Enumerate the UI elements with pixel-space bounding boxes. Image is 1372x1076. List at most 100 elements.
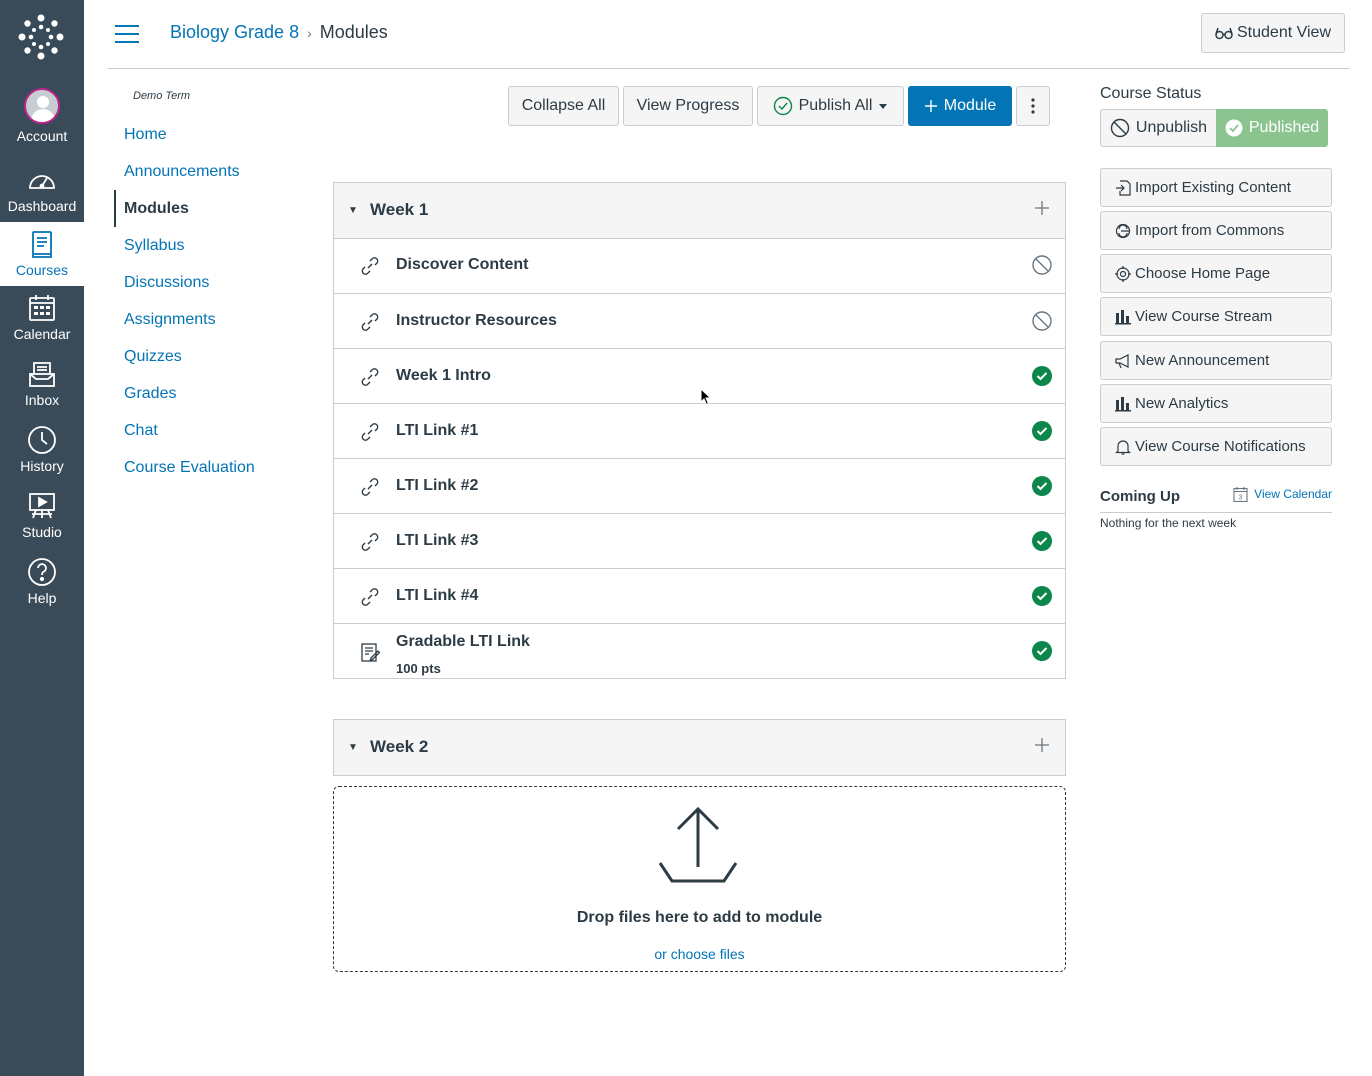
nav-calendar-label: Calendar — [13, 326, 71, 342]
course-status-title: Course Status — [1100, 85, 1202, 102]
published-check-icon[interactable] — [1031, 420, 1053, 442]
module-header-week-1[interactable]: ▼ Week 1 — [333, 182, 1066, 239]
published-check-icon[interactable] — [1031, 530, 1053, 552]
collapse-all-button[interactable]: Collapse All — [508, 86, 619, 126]
nav-inbox-label: Inbox — [24, 392, 60, 408]
course-nav-grades[interactable]: Grades — [114, 375, 314, 412]
new-announcement-button[interactable]: New Announcement — [1100, 341, 1332, 380]
module-item[interactable]: Instructor Resources — [334, 293, 1065, 348]
student-view-label: Student View — [1237, 24, 1331, 41]
caret-down-icon — [879, 104, 888, 109]
module-item-title[interactable]: Gradable LTI Link — [396, 633, 530, 651]
view-course-stream-button[interactable]: View Course Stream — [1100, 297, 1332, 336]
published-check-icon[interactable] — [1031, 640, 1053, 662]
add-module-label: Module — [943, 97, 997, 114]
view-progress-button[interactable]: View Progress — [623, 86, 753, 126]
module-item-points: 100 pts — [396, 661, 441, 676]
glasses-icon — [1215, 27, 1233, 40]
chevron-right-icon: › — [307, 25, 312, 41]
nav-history[interactable]: History — [0, 424, 84, 488]
caret-down-icon[interactable]: ▼ — [348, 742, 358, 753]
link-icon — [361, 533, 379, 551]
nav-studio[interactable]: Studio — [0, 490, 84, 554]
import-from-commons-label: Import from Commons — [1135, 222, 1285, 239]
module-title: Week 2 — [370, 737, 429, 756]
dashboard-icon — [29, 175, 55, 189]
published-check-icon[interactable] — [1031, 585, 1053, 607]
add-item-plus-icon[interactable] — [1035, 201, 1049, 215]
choose-home-page-label: Choose Home Page — [1135, 265, 1271, 282]
module-item-title[interactable]: LTI Link #4 — [396, 587, 478, 605]
module-item[interactable]: LTI Link #2 — [334, 458, 1065, 513]
module-item-title[interactable]: LTI Link #2 — [396, 477, 478, 495]
course-nav-chat[interactable]: Chat — [114, 412, 314, 449]
nav-courses[interactable]: Courses — [0, 222, 84, 286]
course-nav-home[interactable]: Home — [114, 116, 314, 153]
add-module-button[interactable]: Module — [908, 86, 1012, 126]
help-icon — [28, 558, 56, 586]
link-icon — [361, 257, 379, 275]
link-icon — [361, 313, 379, 331]
nav-help-label: Help — [27, 590, 57, 606]
module-item[interactable]: LTI Link #3 — [334, 513, 1065, 568]
import-from-commons-button[interactable]: Import from Commons — [1100, 211, 1332, 250]
nav-inbox[interactable]: Inbox — [0, 358, 84, 422]
caret-down-icon[interactable]: ▼ — [348, 205, 358, 216]
course-nav-modules[interactable]: Modules — [114, 190, 314, 227]
course-nav-syllabus[interactable]: Syllabus — [114, 227, 314, 264]
published-check-icon[interactable] — [1031, 365, 1053, 387]
link-icon — [361, 588, 379, 606]
module-header-week-2[interactable]: ▼ Week 2 — [333, 719, 1066, 776]
module-item-title[interactable]: Discover Content — [396, 256, 528, 274]
module-item-title[interactable]: Instructor Resources — [396, 312, 557, 330]
add-item-plus-icon[interactable] — [1035, 738, 1049, 752]
course-nav-announcements[interactable]: Announcements — [114, 153, 314, 190]
new-analytics-button[interactable]: New Analytics — [1100, 384, 1332, 423]
assignment-icon — [361, 643, 380, 662]
unpublish-button[interactable]: Unpublish — [1100, 109, 1217, 147]
import-existing-content-button[interactable]: Import Existing Content — [1100, 168, 1332, 207]
target-icon — [1115, 265, 1131, 282]
nav-account[interactable]: Account — [0, 88, 84, 152]
file-dropzone[interactable]: Drop files here to add to module or choo… — [333, 786, 1066, 972]
unpublished-icon[interactable] — [1031, 310, 1053, 332]
canvas-logo-icon[interactable] — [18, 14, 64, 60]
import-existing-content-label: Import Existing Content — [1135, 179, 1291, 196]
course-nav-assignments[interactable]: Assignments — [114, 301, 314, 338]
module-item-title[interactable]: LTI Link #3 — [396, 532, 478, 550]
course-nav-quizzes[interactable]: Quizzes — [114, 338, 314, 375]
nav-dashboard[interactable]: Dashboard — [0, 164, 84, 228]
module-item[interactable]: LTI Link #4 — [334, 568, 1065, 623]
view-course-notifications-button[interactable]: View Course Notifications — [1100, 427, 1332, 466]
choose-home-page-button[interactable]: Choose Home Page — [1100, 254, 1332, 293]
module-item[interactable]: Gradable LTI Link 100 pts — [334, 623, 1065, 678]
page-header: Biology Grade 8 › Modules Student View — [108, 0, 1350, 69]
nav-help[interactable]: Help — [0, 556, 84, 620]
upload-icon — [658, 806, 738, 883]
check-circle-icon — [1225, 119, 1243, 137]
module-item-title[interactable]: LTI Link #1 — [396, 422, 478, 440]
view-calendar-link[interactable]: 3 View Calendar — [1233, 486, 1332, 502]
breadcrumb-course-link[interactable]: Biology Grade 8 — [170, 22, 299, 42]
courses-icon — [32, 231, 52, 258]
import-icon — [1116, 179, 1131, 196]
module-title: Week 1 — [370, 200, 429, 219]
published-button[interactable]: Published — [1216, 109, 1328, 147]
module-item[interactable]: LTI Link #1 — [334, 403, 1065, 458]
module-item-title[interactable]: Week 1 Intro — [396, 367, 491, 385]
module-items-week-1: Discover Content Instructor Resources We… — [333, 238, 1066, 679]
unpublished-icon[interactable] — [1031, 254, 1053, 276]
published-check-icon[interactable] — [1031, 475, 1053, 497]
link-icon — [361, 368, 379, 386]
more-options-button[interactable] — [1016, 86, 1050, 126]
choose-files-link[interactable]: or choose files — [334, 946, 1065, 962]
nav-courses-label: Courses — [15, 262, 69, 278]
student-view-button[interactable]: Student View — [1201, 13, 1345, 53]
module-item[interactable]: Discover Content — [334, 238, 1065, 293]
course-nav-course-evaluation[interactable]: Course Evaluation — [114, 449, 314, 486]
publish-all-button[interactable]: Publish All — [757, 86, 904, 126]
nav-studio-label: Studio — [22, 524, 62, 540]
hamburger-menu-icon[interactable] — [115, 25, 139, 45]
nav-calendar[interactable]: Calendar — [0, 292, 84, 356]
course-nav-discussions[interactable]: Discussions — [114, 264, 314, 301]
